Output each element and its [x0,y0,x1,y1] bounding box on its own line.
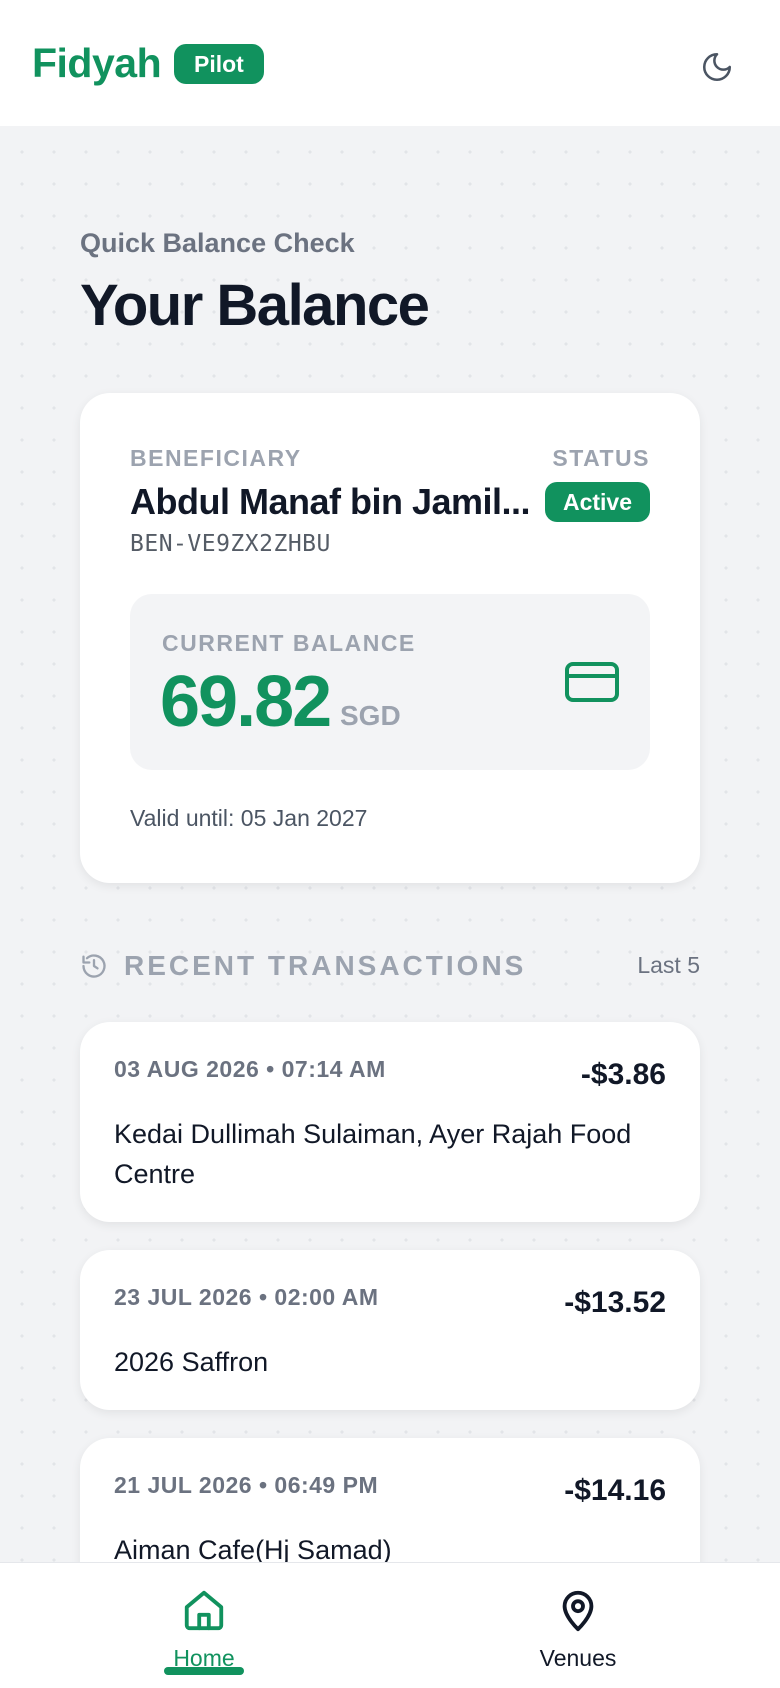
nav-item-home[interactable]: Home [134,1585,274,1672]
transaction-merchant: Kedai Dullimah Sulaiman, Ayer Rajah Food… [114,1119,632,1189]
balance-amount: 69.82 [160,662,332,742]
status-label: STATUS [552,445,650,471]
transaction-card[interactable]: 03 AUG 2026 • 07:14 AM -$3.86 Kedai Dull… [80,1022,700,1222]
nav-item-venues[interactable]: Venues [508,1585,648,1672]
history-icon [82,954,106,978]
home-icon [184,1590,224,1631]
pilot-badge: Pilot [174,44,264,84]
recent-transactions-title: RECENT TRANSACTIONS [124,950,527,981]
credit-card-icon [565,662,619,702]
transaction-amount: -$13.52 [564,1286,666,1319]
active-tab-indicator [164,1667,244,1675]
beneficiary-id: BEN-VE9ZX2ZHBU [130,531,331,557]
app-header: Fidyah Pilot [0,0,780,126]
transaction-date: 21 JUL 2026 • 06:49 PM [114,1472,379,1498]
recent-transactions-header: RECENT TRANSACTIONS Last 5 [80,950,700,986]
transaction-date: 23 JUL 2026 • 02:00 AM [114,1284,379,1310]
beneficiary-name: Abdul Manaf bin Jamil... [130,481,531,522]
balance-card: BENEFICIARY STATUS Abdul Manaf bin Jamil… [80,393,700,883]
transaction-card[interactable]: 23 JUL 2026 • 02:00 AM -$13.52 2026 Saff… [80,1250,700,1410]
moon-icon [702,52,732,82]
bottom-navigation: Home Venues [0,1562,780,1688]
theme-toggle-button[interactable] [694,44,740,90]
status-badge: Active [544,482,650,522]
brand-logo[interactable]: Fidyah [32,40,162,87]
nav-label-venues: Venues [539,1645,617,1671]
transaction-merchant: 2026 Saffron [114,1347,269,1377]
page-title: Your Balance [80,273,430,338]
transaction-date: 03 AUG 2026 • 07:14 AM [114,1056,386,1082]
map-pin-icon [562,1590,594,1632]
balance-currency: SGD [340,700,401,731]
page-eyebrow: Quick Balance Check [80,228,355,258]
current-balance-label: CURRENT BALANCE [162,630,416,656]
current-balance-panel: CURRENT BALANCE 69.82 SGD [130,594,650,770]
transaction-amount: -$3.86 [580,1058,666,1091]
valid-until: Valid until: 05 Jan 2027 [130,805,368,831]
transaction-amount: -$14.16 [564,1474,666,1507]
beneficiary-label: BENEFICIARY [130,445,302,471]
recent-count-label: Last 5 [637,952,700,978]
